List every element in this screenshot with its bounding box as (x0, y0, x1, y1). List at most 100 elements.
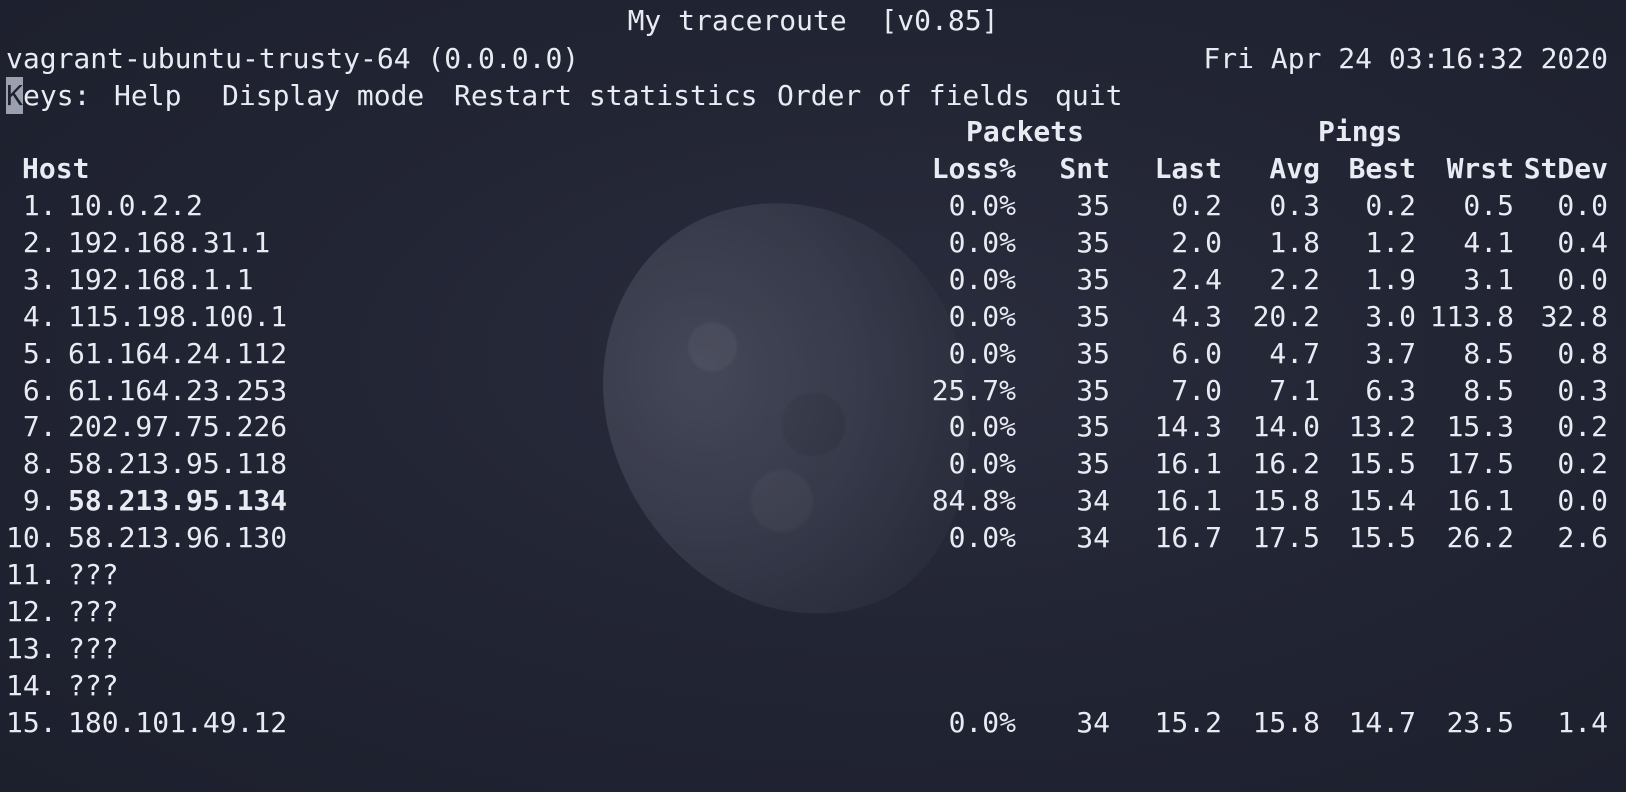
hop-stdev: 0.0 (1557, 484, 1608, 518)
hop-number: 4. (6, 299, 57, 333)
hop-avg: 4.7 (1269, 336, 1320, 370)
hop-best: 13.2 (1348, 410, 1416, 444)
hop-wrst: 15.3 (1446, 410, 1514, 444)
cursor-block: K (6, 77, 23, 114)
hop-stdev: 2.6 (1557, 521, 1608, 555)
keys-label-text: eys: (23, 79, 91, 112)
hop-avg: 7.1 (1269, 373, 1320, 407)
hop-snt: 35 (1076, 447, 1110, 481)
hop-stdev: 0.0 (1557, 262, 1608, 296)
col-stdev[interactable]: StDev (1524, 150, 1608, 187)
quit-key[interactable]: quit (1055, 77, 1122, 114)
hop-loss: 0.0% (948, 521, 1016, 555)
hop-last: 16.1 (1154, 484, 1222, 518)
help-key[interactable]: Help (114, 77, 181, 114)
hop-loss: 0.0% (948, 336, 1016, 370)
hop-number: 11. (6, 558, 57, 591)
col-loss[interactable]: Loss% (932, 150, 1016, 187)
col-host[interactable]: Host (22, 150, 89, 187)
hop-loss: 84.8% (931, 484, 1016, 518)
packets-group-header: Packets (966, 115, 1085, 148)
col-snt[interactable]: Snt (1059, 150, 1110, 187)
hop-avg: 1.8 (1269, 225, 1320, 259)
hop-number: 8. (6, 447, 57, 481)
hop-stdev: 0.3 (1557, 373, 1608, 407)
hop-avg: 20.2 (1252, 299, 1320, 333)
hop-number: 1. (6, 189, 57, 222)
hop-best: 15.5 (1348, 521, 1416, 555)
hop-wrst: 26.2 (1446, 521, 1514, 555)
hop-snt: 35 (1076, 299, 1110, 333)
hop-stdev: 0.8 (1557, 336, 1608, 370)
hop-number: 10. (6, 521, 57, 555)
hop-host: 180.101.49.12 (68, 705, 288, 739)
restart-statistics-key[interactable]: Restart statistics (454, 77, 757, 114)
hop-best: 15.4 (1348, 484, 1416, 518)
pings-group-header: Pings (1318, 115, 1403, 148)
hop-number: 9. (6, 484, 57, 518)
hop-loss: 0.0% (948, 225, 1016, 259)
hop-best: 1.2 (1365, 225, 1416, 259)
hop-loss: 0.0% (948, 410, 1016, 444)
hop-last: 2.4 (1171, 262, 1222, 296)
hop-number: 12. (6, 594, 57, 628)
col-wrst[interactable]: Wrst (1447, 150, 1514, 187)
hop-best: 15.5 (1348, 447, 1416, 481)
hop-host: ??? (68, 631, 119, 665)
display-mode-key[interactable]: Display mode (222, 77, 424, 114)
hop-host: ??? (68, 558, 119, 591)
hop-best: 3.7 (1365, 336, 1416, 370)
hop-wrst: 4.1 (1463, 225, 1514, 259)
hop-avg: 2.2 (1269, 262, 1320, 296)
hop-snt: 34 (1076, 705, 1110, 739)
hop-wrst: 23.5 (1446, 705, 1514, 739)
hop-wrst: 16.1 (1446, 484, 1514, 518)
hop-number: 14. (6, 668, 57, 702)
hop-avg: 17.5 (1252, 521, 1320, 555)
order-of-fields-key[interactable]: Order of fields (777, 77, 1030, 114)
hop-snt: 34 (1076, 521, 1110, 555)
hop-loss: 0.0% (948, 189, 1016, 222)
host-info: vagrant-ubuntu-trusty-64 (0.0.0.0) (6, 42, 580, 75)
hop-best: 3.0 (1365, 299, 1416, 333)
hop-stdev: 0.2 (1557, 410, 1608, 444)
hop-wrst: 8.5 (1463, 336, 1514, 370)
hop-loss: 0.0% (948, 447, 1016, 481)
hop-wrst: 0.5 (1463, 189, 1514, 222)
keys-bar: Keys: Help Display mode Restart statisti… (6, 77, 1606, 114)
hop-last: 16.7 (1154, 521, 1222, 555)
hop-snt: 35 (1076, 189, 1110, 222)
hop-wrst: 3.1 (1463, 262, 1514, 296)
hop-last: 6.0 (1171, 336, 1222, 370)
hop-stdev: 1.4 (1557, 705, 1608, 739)
hop-wrst: 17.5 (1446, 447, 1514, 481)
col-last[interactable]: Last (1155, 150, 1222, 187)
hop-loss: 25.7% (931, 373, 1016, 407)
hop-host: 58.213.95.134 (68, 484, 288, 518)
terminal-window[interactable]: My traceroute [v0.85] vagrant-ubuntu-tru… (0, 0, 1626, 792)
hop-host: 192.168.31.1 (68, 225, 271, 259)
hop-loss: 0.0% (948, 705, 1016, 739)
hop-last: 2.0 (1171, 225, 1222, 259)
col-best[interactable]: Best (1349, 150, 1416, 187)
hop-avg: 15.8 (1252, 484, 1320, 518)
hop-snt: 35 (1076, 225, 1110, 259)
hop-host: 10.0.2.2 (68, 189, 203, 222)
hop-wrst: 8.5 (1463, 373, 1514, 407)
hop-host: 58.213.96.130 (68, 521, 288, 555)
hop-stdev: 0.0 (1557, 189, 1608, 222)
hop-best: 6.3 (1365, 373, 1416, 407)
hop-host: ??? (68, 594, 119, 628)
hop-host: 202.97.75.226 (68, 410, 288, 444)
hop-last: 14.3 (1154, 410, 1222, 444)
hop-stdev: 0.2 (1557, 447, 1608, 481)
hop-stdev: 32.8 (1540, 299, 1608, 333)
hop-loss: 0.0% (948, 299, 1016, 333)
col-avg[interactable]: Avg (1269, 150, 1320, 187)
app-title: My traceroute [v0.85] (627, 4, 999, 37)
hop-best: 14.7 (1348, 705, 1416, 739)
hop-host: 58.213.95.118 (68, 447, 288, 481)
hop-number: 3. (6, 262, 57, 296)
hop-host: 61.164.23.253 (68, 373, 288, 407)
hop-number: 13. (6, 631, 57, 665)
